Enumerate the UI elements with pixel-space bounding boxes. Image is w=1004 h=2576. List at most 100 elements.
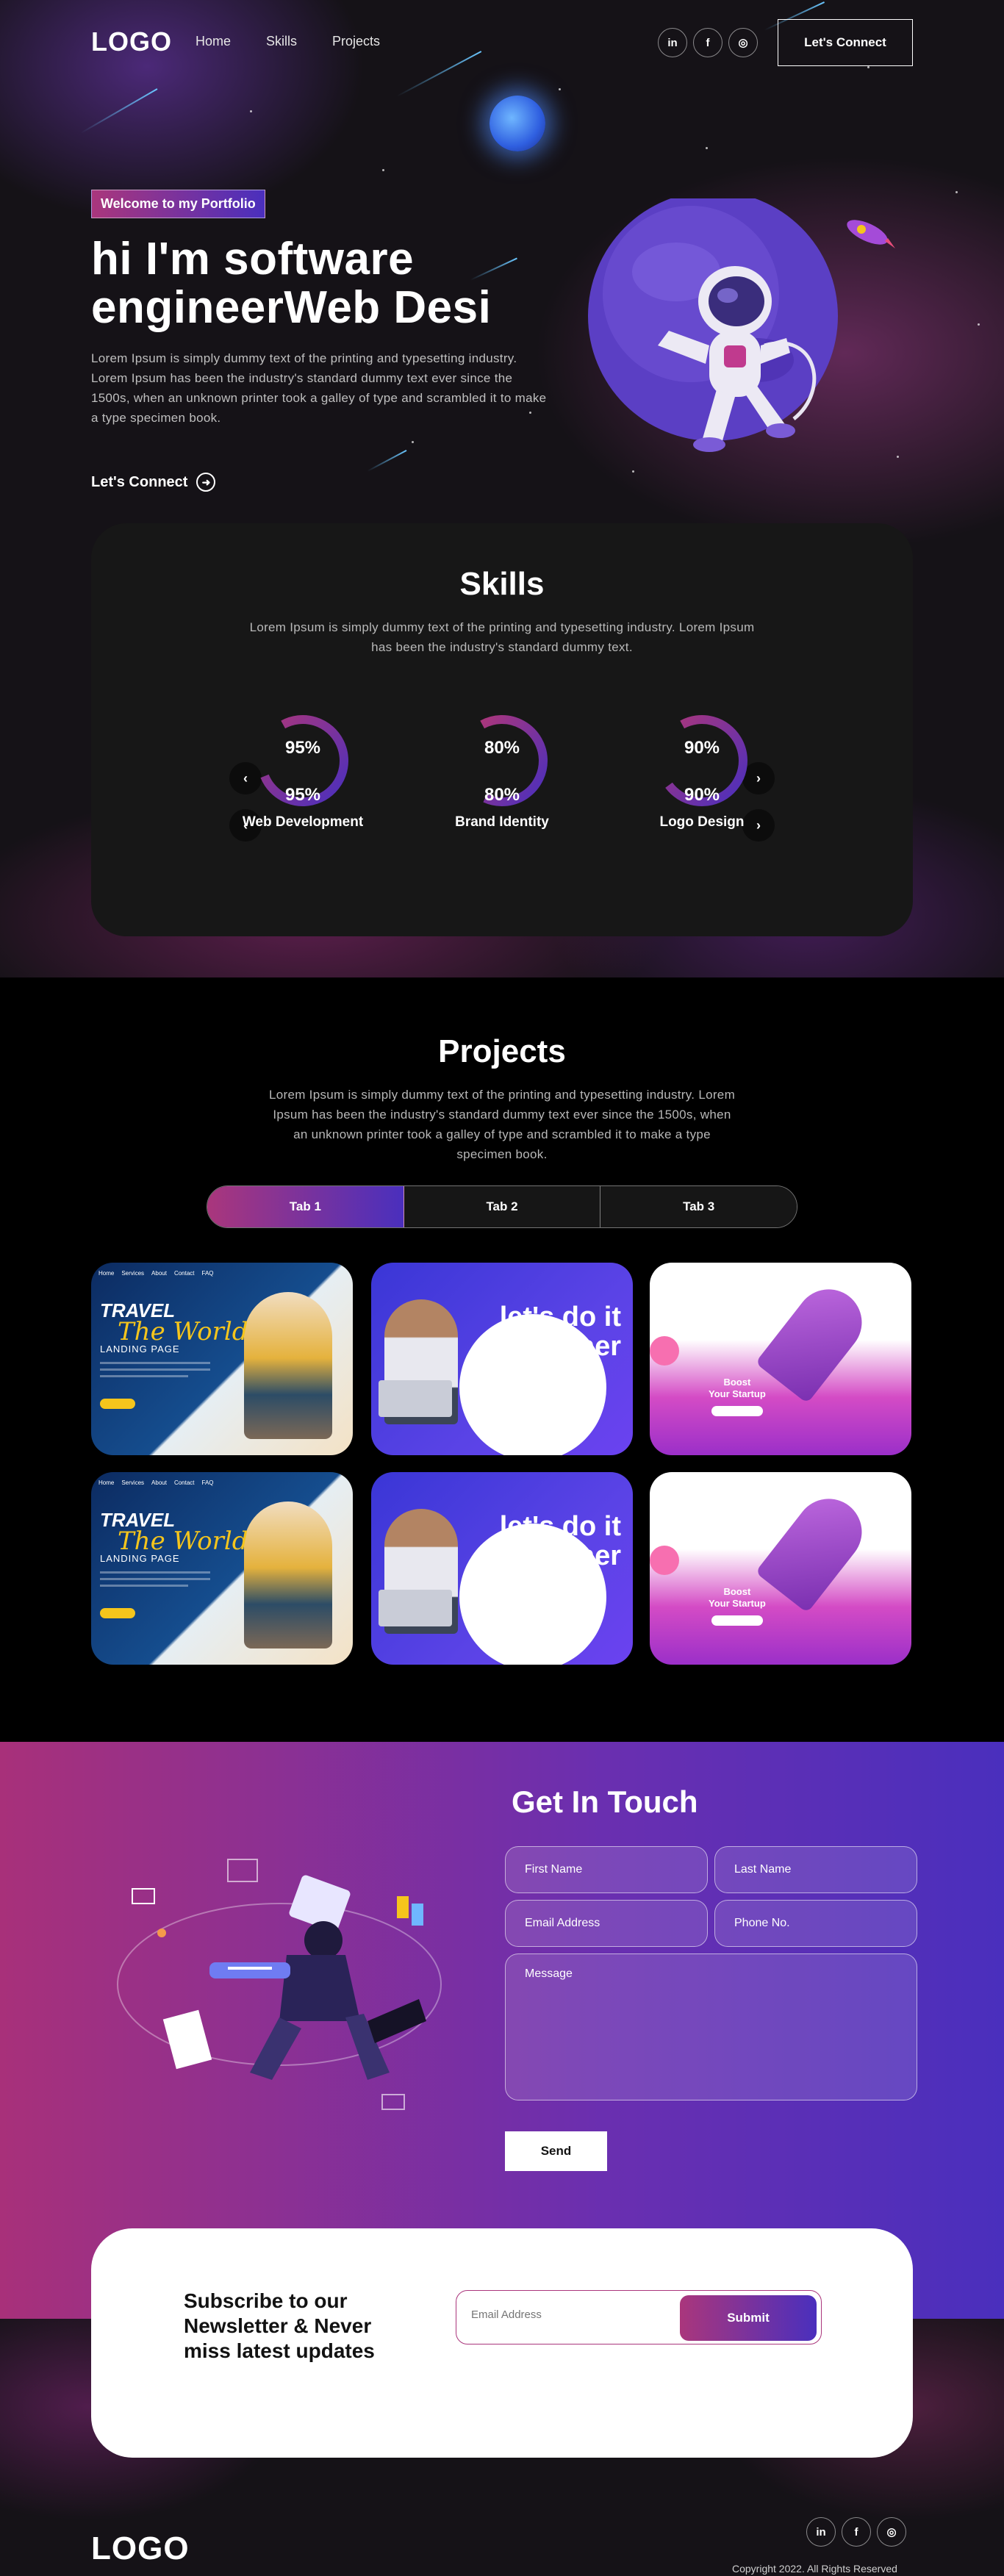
project-card-startup[interactable]: Boost Your Startup (650, 1472, 911, 1665)
mini-nav: Home Services About Contact FAQ (98, 1479, 214, 1486)
email-field[interactable] (505, 1900, 708, 1947)
hero-headline-line1: hi I'm software (91, 234, 415, 284)
skill-percent: 80% (484, 785, 520, 805)
mini-nav-item: Home (98, 1479, 115, 1486)
skill-progress-ring: 95% 95% (251, 713, 354, 808)
last-name-field[interactable] (714, 1846, 917, 1893)
rocket-icon (847, 220, 895, 248)
send-button[interactable]: Send (505, 2131, 607, 2171)
linkedin-icon[interactable]: in (806, 2517, 836, 2547)
startup-cta-pill (711, 1406, 763, 1416)
projects-section: Projects Lorem Ipsum is simply dummy tex… (0, 977, 1004, 1742)
skill-label: Web Development (242, 814, 364, 830)
nav-links: Home Skills Projects (196, 34, 380, 49)
startup-cta-pill (711, 1615, 763, 1626)
nav-link-projects[interactable]: Projects (332, 34, 380, 49)
project-card-lets-do-it[interactable]: let's do it together (371, 1263, 633, 1455)
mini-nav-item: Contact (173, 1479, 195, 1486)
project-tabs: Tab 1 Tab 2 Tab 3 (207, 1185, 797, 1228)
shooting-star (80, 88, 158, 134)
rocket-graphic (755, 1276, 875, 1404)
shooting-star (367, 449, 407, 472)
travel-landing-label: LANDING PAGE (100, 1343, 180, 1355)
mini-nav-item: Services (121, 1270, 145, 1277)
instagram-icon[interactable]: ◎ (728, 28, 758, 57)
logo[interactable]: LOGO (91, 26, 172, 57)
facebook-icon[interactable]: f (842, 2517, 871, 2547)
newsletter-form: Submit (456, 2290, 822, 2344)
tab-1[interactable]: Tab 1 (207, 1186, 404, 1227)
cta-pill (100, 1608, 135, 1618)
skill-label: Logo Design (659, 814, 745, 830)
skill-percent: 90% (684, 785, 720, 805)
contact-title: Get In Touch (512, 1784, 698, 1819)
facebook-icon[interactable]: f (693, 28, 722, 57)
projects-title: Projects (438, 1033, 566, 1069)
hero-connect-link[interactable]: Let's Connect ➜ (91, 473, 216, 492)
phone-field[interactable] (714, 1900, 917, 1947)
nav-link-home[interactable]: Home (196, 34, 231, 49)
laptop-graphic (379, 1380, 452, 1417)
skill-progress-ring: 80% 80% (451, 713, 553, 808)
newsletter-submit-button[interactable]: Submit (680, 2295, 817, 2341)
skill-web-development: 95% 95% Web Development (229, 713, 376, 830)
startup-headline: Boost Your Startup (709, 1377, 766, 1400)
skill-percent: 90% (684, 738, 720, 758)
rocket-graphic (755, 1485, 875, 1613)
arrow-right-circle-icon: ➜ (196, 473, 216, 492)
mini-nav-item: About (151, 1479, 167, 1486)
mini-nav-item: FAQ (201, 1479, 214, 1486)
placeholder-text-lines (100, 1571, 210, 1591)
skill-brand-identity: 80% 80% Brand Identity (429, 713, 575, 830)
newsletter-title: Subscribe to our Newsletter & Never miss… (184, 2289, 375, 2362)
startup-headline: Boost Your Startup (709, 1586, 766, 1610)
lets-do-it-headline: let's do it together (499, 1302, 621, 1362)
projects-description: Lorem Ipsum is simply dummy text of the … (268, 1088, 736, 1161)
startup-headline-line2: Your Startup (709, 1388, 766, 1399)
mini-nav-item: Services (121, 1479, 145, 1486)
project-card-travel[interactable]: Home Services About Contact FAQ TRAVEL The W… (91, 1472, 353, 1665)
startup-headline-line1: Boost (723, 1377, 751, 1388)
tab-2[interactable]: Tab 2 (404, 1186, 601, 1227)
skill-label: Brand Identity (455, 814, 549, 830)
cta-pill (100, 1399, 135, 1409)
traveler-photo (244, 1292, 332, 1439)
social-icons: in f ◎ (658, 28, 758, 57)
project-card-lets-do-it[interactable]: let's do it together (371, 1472, 633, 1665)
message-field[interactable] (505, 1953, 917, 2100)
page: LOGO Home Skills Projects in f ◎ Let's C… (0, 0, 1004, 2576)
skills-description: Lorem Ipsum is simply dummy text of the … (249, 620, 755, 654)
lets-connect-button[interactable]: Let's Connect (778, 19, 913, 66)
glowing-planet-illustration (490, 96, 545, 151)
skill-percent: 80% (484, 738, 520, 758)
hero-headline: hi I'm software engineerWeb Desi (91, 235, 606, 332)
mini-nav-item: FAQ (201, 1270, 214, 1277)
project-card-travel[interactable]: Home Services About Contact FAQ TRAVEL The W… (91, 1263, 353, 1455)
first-name-field[interactable] (505, 1846, 708, 1893)
skills-card: Skills Lorem Ipsum is simply dummy text … (91, 523, 913, 936)
skill-progress-ring: 90% 90% (650, 713, 753, 808)
instagram-icon[interactable]: ◎ (877, 2517, 906, 2547)
newsletter-email-input[interactable] (471, 2308, 670, 2321)
contact-illustration (117, 1859, 442, 2110)
travel-subtitle: The World (118, 1526, 248, 1556)
skill-logo-design: 90% 90% Logo Design (628, 713, 775, 830)
hero-description: Lorem Ipsum is simply dummy text of the … (91, 351, 547, 425)
startup-headline-line1: Boost (723, 1586, 751, 1597)
footer-logo[interactable]: LOGO (91, 2530, 190, 2567)
skill-percent: 95% (284, 738, 321, 758)
nav-link-skills[interactable]: Skills (266, 34, 297, 49)
welcome-tagline: Welcome to my Portfolio (91, 190, 265, 218)
hero-section: LOGO Home Skills Projects in f ◎ Let's C… (0, 0, 1004, 977)
mini-nav-item: Home (98, 1270, 115, 1277)
linkedin-icon[interactable]: in (658, 28, 687, 57)
skills-title: Skills (459, 566, 545, 602)
mini-nav-item: About (151, 1270, 167, 1277)
tab-3[interactable]: Tab 3 (600, 1186, 797, 1227)
project-card-startup[interactable]: Boost Your Startup (650, 1263, 911, 1455)
skill-percent: 95% (284, 785, 321, 805)
astronaut-illustration (588, 198, 838, 452)
top-navigation: LOGO Home Skills Projects in f ◎ Let's C… (0, 0, 1004, 87)
mini-nav: Home Services About Contact FAQ (98, 1270, 214, 1277)
traveler-photo (244, 1502, 332, 1648)
